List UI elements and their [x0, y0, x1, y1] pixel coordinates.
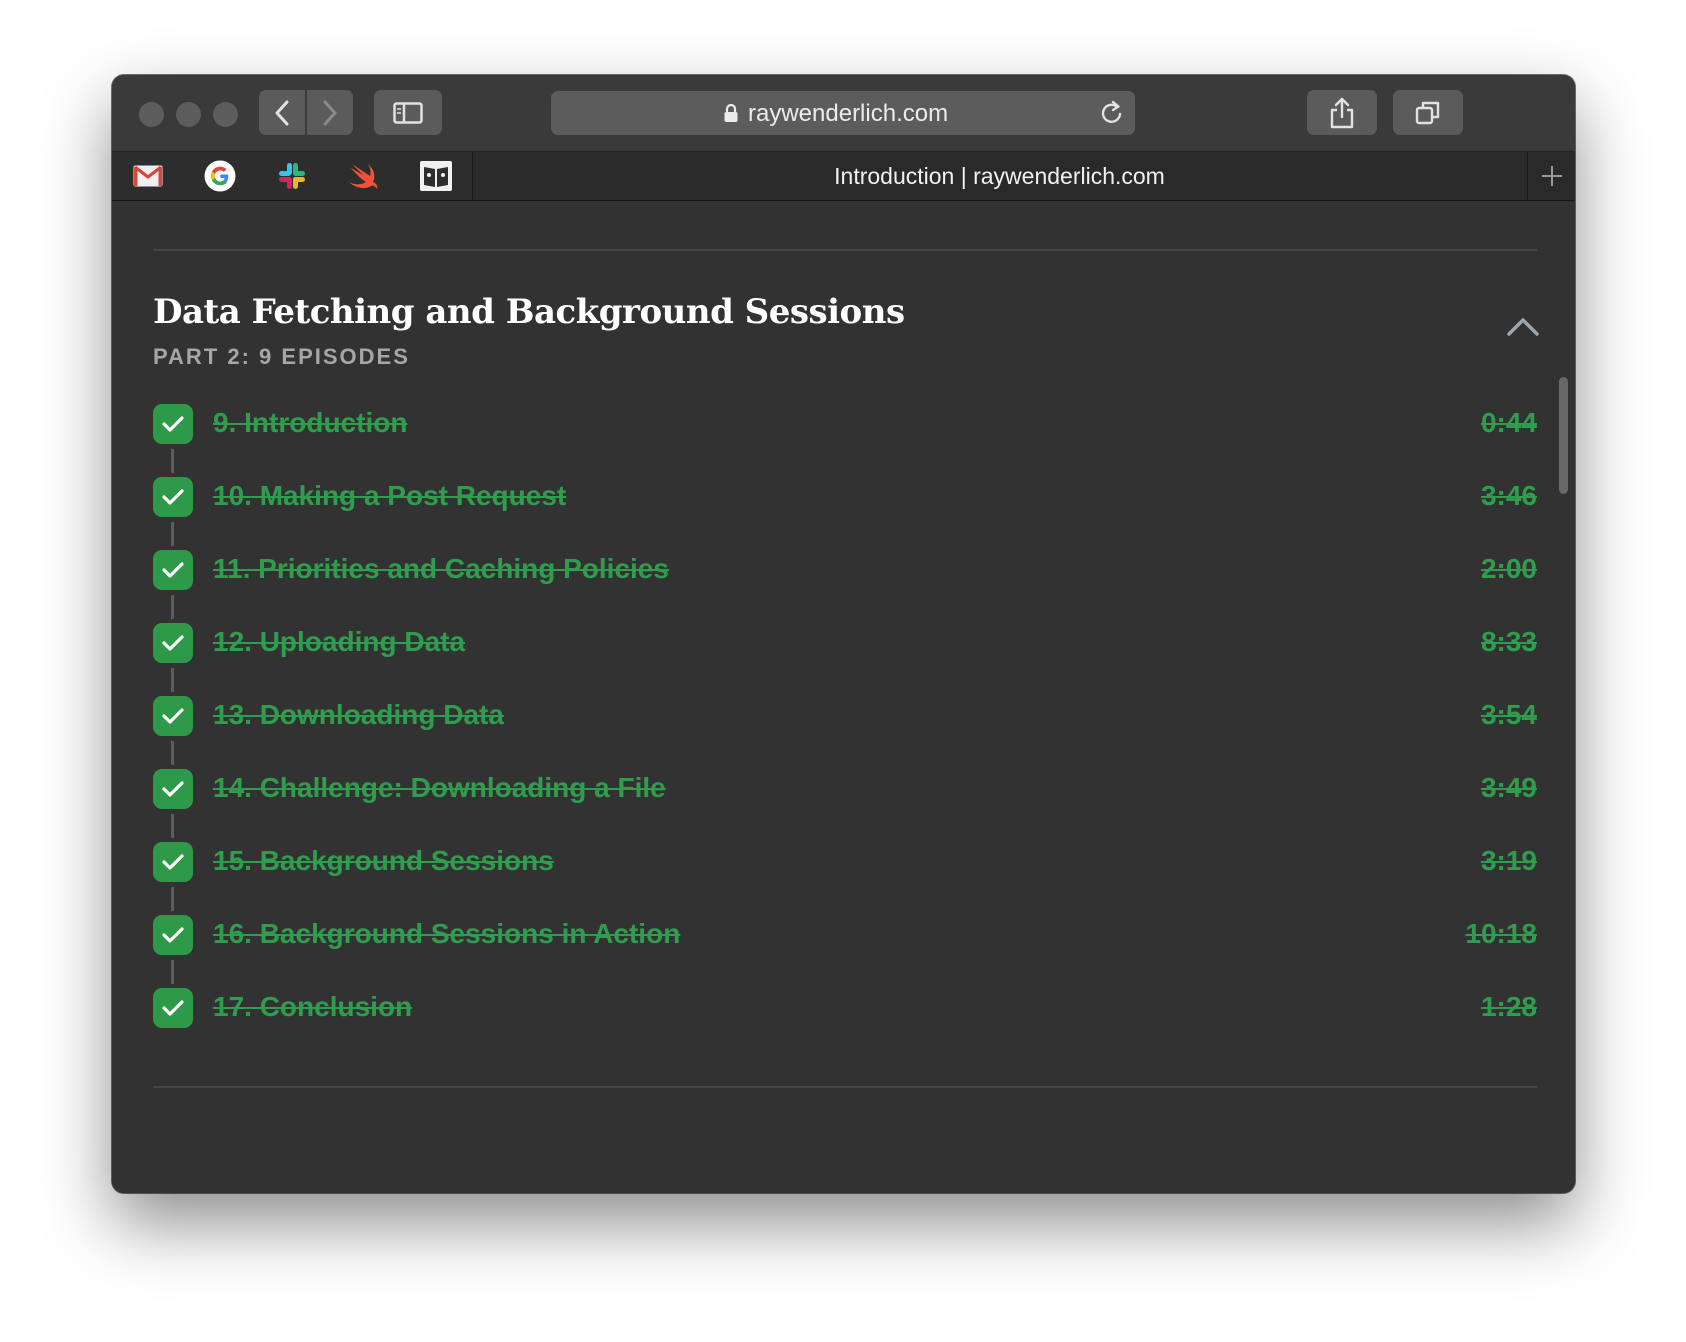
episode-connector: [171, 595, 174, 619]
episode-duration: 0:44: [1480, 407, 1537, 438]
swift-icon: [349, 164, 378, 189]
slack-icon: [279, 163, 305, 189]
episode-duration: 10:18: [1465, 918, 1537, 949]
episode-duration: 3:46: [1480, 480, 1537, 511]
reload-icon[interactable]: [1099, 99, 1125, 127]
favorite-reader[interactable]: [400, 152, 473, 200]
chevron-left-icon: [275, 100, 289, 125]
episode-title[interactable]: 13. Downloading Data: [213, 699, 504, 731]
episode-row[interactable]: 11. Priorities and Caching Policies 2:00: [153, 550, 1537, 590]
episode-row[interactable]: 17. Conclusion 1:28: [153, 988, 1537, 1028]
episode-connector: [171, 960, 174, 984]
episode-title[interactable]: 9. Introduction: [213, 407, 407, 439]
completed-check-icon: [153, 696, 193, 736]
close-window-button[interactable]: [139, 102, 164, 127]
tabs-overview-icon: [1415, 101, 1440, 124]
episode-duration: 8:33: [1480, 626, 1537, 657]
favorite-gmail[interactable]: [112, 152, 185, 200]
google-icon: [204, 160, 236, 192]
completed-check-icon: [153, 842, 193, 882]
episode-connector: [171, 741, 174, 765]
page-content: Data Fetching and Background Sessions PA…: [112, 201, 1575, 1193]
episode-row[interactable]: 15. Background Sessions 3:19: [153, 842, 1537, 882]
episode-title[interactable]: 10. Making a Post Request: [213, 480, 566, 512]
toolbar: raywenderlich.com: [112, 75, 1575, 152]
book-icon: [420, 161, 452, 191]
scrollbar[interactable]: [1559, 377, 1568, 494]
divider: [153, 249, 1537, 251]
chevron-up-icon[interactable]: [1506, 316, 1540, 338]
divider: [153, 1086, 1537, 1088]
episode-duration: 3:19: [1480, 845, 1537, 876]
tab-bar: Introduction | raywenderlich.com: [112, 152, 1575, 201]
episode-connector: [171, 814, 174, 838]
new-tab-button[interactable]: [1527, 152, 1575, 200]
share-icon: [1330, 97, 1354, 128]
episode-connector: [171, 522, 174, 546]
tab-title: Introduction | raywenderlich.com: [834, 162, 1165, 189]
lock-icon: [724, 103, 738, 122]
favorite-google[interactable]: [184, 152, 257, 200]
completed-check-icon: [153, 988, 193, 1028]
completed-check-icon: [153, 915, 193, 955]
zoom-window-button[interactable]: [213, 102, 238, 127]
completed-check-icon: [153, 550, 193, 590]
episode-duration: 3:54: [1480, 699, 1537, 730]
share-button[interactable]: [1307, 90, 1377, 135]
episode-title[interactable]: 17. Conclusion: [213, 991, 412, 1023]
episode-connector: [171, 668, 174, 692]
sidebar-toggle-button[interactable]: [374, 90, 442, 135]
episode-row[interactable]: 13. Downloading Data 3:54: [153, 696, 1537, 736]
episode-row[interactable]: 9. Introduction 0:44: [153, 404, 1537, 444]
episode-title[interactable]: 16. Background Sessions in Action: [213, 918, 680, 950]
episode-duration: 1:28: [1480, 991, 1537, 1022]
episode-duration: 3:49: [1480, 772, 1537, 803]
minimize-window-button[interactable]: [176, 102, 201, 127]
episode-row[interactable]: 12. Uploading Data 8:33: [153, 623, 1537, 663]
section-subtitle: PART 2: 9 EPISODES: [153, 344, 410, 369]
address-bar[interactable]: raywenderlich.com: [551, 91, 1135, 135]
forward-button[interactable]: [307, 90, 353, 135]
section-title: Data Fetching and Background Sessions: [153, 292, 905, 332]
episode-title[interactable]: 11. Priorities and Caching Policies: [213, 553, 669, 585]
plus-icon: [1542, 166, 1562, 186]
episode-title[interactable]: 15. Background Sessions: [213, 845, 554, 877]
episode-row[interactable]: 10. Making a Post Request 3:46: [153, 477, 1537, 517]
browser-window: raywenderlich.com Introduction | raywend…: [112, 75, 1575, 1193]
chevron-right-icon: [323, 100, 337, 125]
back-button[interactable]: [259, 90, 305, 135]
tab-active[interactable]: Introduction | raywenderlich.com: [472, 152, 1527, 200]
episode-connector: [171, 449, 174, 473]
favorite-swift[interactable]: [328, 152, 401, 200]
favorite-slack[interactable]: [256, 152, 329, 200]
episode-row[interactable]: 16. Background Sessions in Action 10:18: [153, 915, 1537, 955]
episode-title[interactable]: 14. Challenge: Downloading a File: [213, 772, 666, 804]
completed-check-icon: [153, 404, 193, 444]
completed-check-icon: [153, 769, 193, 809]
gmail-icon: [133, 165, 163, 187]
episode-title[interactable]: 12. Uploading Data: [213, 626, 465, 658]
completed-check-icon: [153, 477, 193, 517]
sidebar-icon: [393, 101, 423, 124]
address-url: raywenderlich.com: [748, 100, 949, 127]
completed-check-icon: [153, 623, 193, 663]
show-tabs-button[interactable]: [1393, 90, 1463, 135]
episode-duration: 2:00: [1480, 553, 1537, 584]
episode-row[interactable]: 14. Challenge: Downloading a File 3:49: [153, 769, 1537, 809]
episode-connector: [171, 887, 174, 911]
